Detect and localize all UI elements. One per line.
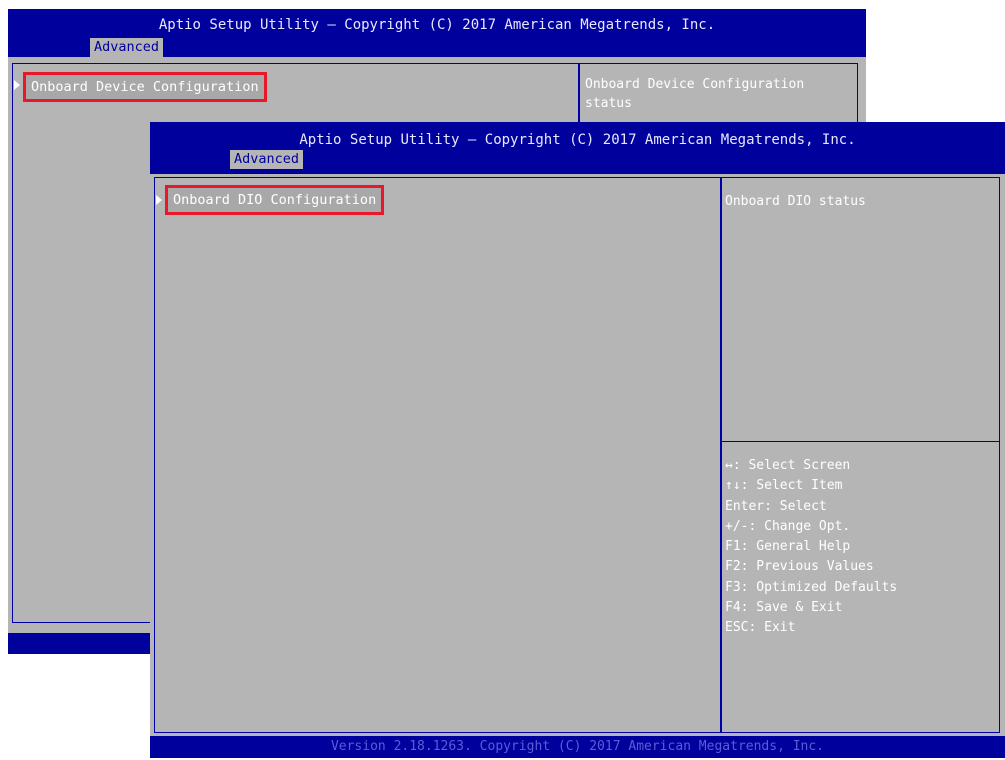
tab-advanced[interactable]: Advanced — [230, 150, 304, 169]
help-text: Onboard DIO status — [725, 194, 866, 209]
main-panel: Onboard DIO Configuration Onboard DIO st… — [154, 177, 1000, 733]
footer-bar: Version 2.18.1263. Copyright (C) 2017 Am… — [150, 736, 1005, 758]
key-hint: ESC: Exit — [725, 620, 796, 636]
submenu-arrow-icon — [156, 195, 162, 205]
key-hint: F1: General Help — [725, 539, 851, 555]
submenu-arrow-icon — [14, 80, 20, 90]
title-bar: Aptio Setup Utility – Copyright (C) 2017… — [150, 122, 1005, 174]
menu-item-onboard-dio-configuration[interactable]: Onboard DIO Configuration — [165, 185, 385, 215]
key-legend: ↔: Select Screen ↑↓: Select Item Enter: … — [725, 456, 897, 639]
footer-version-text: Version 2.18.1263. Copyright (C) 2017 Am… — [330, 739, 825, 754]
menu-item-onboard-device-configuration[interactable]: Onboard Device Configuration — [23, 72, 267, 102]
tab-advanced[interactable]: Advanced — [90, 38, 164, 57]
key-hint: F3: Optimized Defaults — [725, 579, 898, 595]
key-hint: ↑↓: Select Item — [725, 478, 843, 494]
title-bar: Aptio Setup Utility – Copyright (C) 2017… — [8, 9, 866, 57]
key-hint: F2: Previous Values — [725, 559, 874, 575]
key-hint: F4: Save & Exit — [725, 600, 843, 616]
panel-divider — [720, 178, 722, 732]
key-hint: ↔: Select Screen — [725, 458, 851, 473]
help-text: Onboard Device Configuration status — [585, 77, 805, 111]
key-hint: Enter: Select — [725, 498, 827, 514]
window-title: Aptio Setup Utility – Copyright (C) 2017… — [158, 17, 716, 33]
bios-screen-front: Aptio Setup Utility – Copyright (C) 2017… — [150, 122, 1005, 758]
window-title: Aptio Setup Utility – Copyright (C) 2017… — [299, 132, 856, 148]
key-hint: +/-: Change Opt. — [725, 518, 851, 534]
help-divider — [722, 441, 999, 442]
